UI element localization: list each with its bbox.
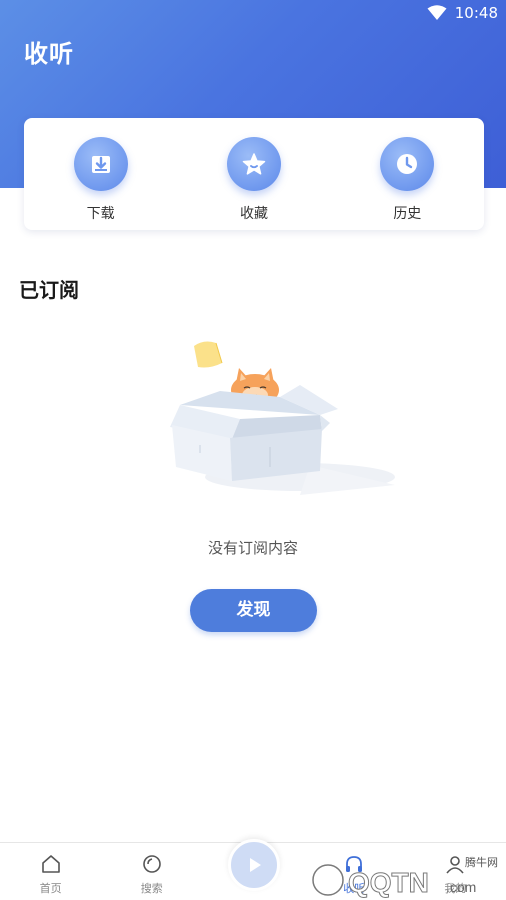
status-time: 10:48 (454, 4, 498, 22)
svg-text:QQTN: QQTN (348, 867, 429, 898)
quick-action-download[interactable]: 下载 (24, 118, 177, 230)
wifi-icon (427, 5, 447, 20)
watermark-text: 腾牛网 (465, 856, 498, 869)
svg-text:.com: .com (446, 879, 476, 895)
nav-item-home[interactable]: 首页 (0, 843, 101, 900)
quick-action-favorites-label: 收藏 (239, 206, 268, 222)
page-title: 收听 (24, 40, 74, 68)
status-bar: 10:48 (0, 0, 506, 28)
quick-action-history-label: 历史 (393, 206, 422, 222)
quick-actions-card: 下载 收藏 历史 (24, 118, 484, 230)
nav-item-search[interactable]: 搜索 (101, 843, 202, 900)
empty-box-illustration (170, 341, 395, 495)
empty-state-text: 没有订阅内容 (207, 539, 298, 557)
clock-icon (380, 137, 435, 191)
play-icon (250, 858, 261, 872)
quick-action-download-label: 下载 (86, 206, 115, 222)
section-title-subscribed: 已订阅 (19, 278, 79, 302)
quick-action-favorites[interactable]: 收藏 (177, 118, 330, 230)
search-icon (142, 855, 161, 873)
nav-label-home: 首页 (39, 882, 62, 895)
app-screen: 10:48 收听 下载 收藏 历史 已订阅 没有订阅内容 发现 首页 搜索 收听… (0, 0, 506, 900)
home-icon (41, 855, 60, 873)
nav-label-search: 搜索 (140, 882, 163, 895)
quick-action-history[interactable]: 历史 (331, 118, 484, 230)
star-icon (226, 137, 281, 191)
discover-button[interactable]: 发现 (190, 589, 317, 632)
play-button[interactable] (228, 839, 280, 891)
download-icon (73, 137, 128, 191)
watermark: QQTN .com 腾牛网 (296, 850, 506, 900)
status-right: 10:48 (427, 4, 498, 22)
